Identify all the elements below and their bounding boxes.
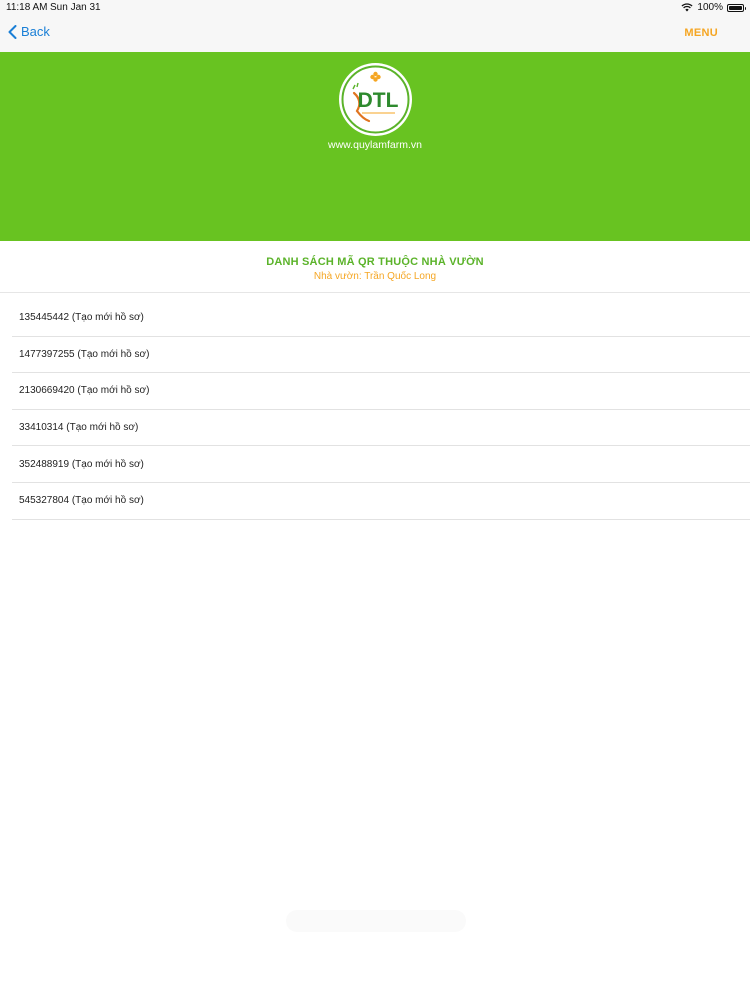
list-item-label: 135445442 (Tạo mới hồ sơ) <box>19 312 144 324</box>
website-url[interactable]: www.quylamfarm.vn <box>0 139 750 151</box>
chevron-left-icon <box>8 24 17 39</box>
hero-banner: DTL www.quylamfarm.vn <box>0 52 750 241</box>
home-indicator <box>286 910 466 932</box>
list-title: DANH SÁCH MÃ QR THUỘC NHÀ VƯỜN <box>266 256 484 268</box>
nav-bar: Back MENU <box>0 16 750 52</box>
status-date: Sun Jan 31 <box>50 2 101 13</box>
list-item[interactable]: 545327804 (Tạo mới hồ sơ) <box>12 483 750 520</box>
menu-button[interactable]: MENU <box>684 27 718 39</box>
list-header: DANH SÁCH MÃ QR THUỘC NHÀ VƯỜN Nhà vườn:… <box>0 241 750 293</box>
list-item-label: 352488919 (Tạo mới hồ sơ) <box>19 458 144 470</box>
back-label: Back <box>21 24 50 39</box>
list-item[interactable]: 2130669420 (Tạo mới hồ sơ) <box>12 373 750 410</box>
battery-percent: 100% <box>697 2 723 13</box>
list-item[interactable]: 352488919 (Tạo mới hồ sơ) <box>12 446 750 483</box>
list-item-label: 1477397255 (Tạo mới hồ sơ) <box>19 348 150 360</box>
list-subtitle: Nhà vườn: Trần Quốc Long <box>313 271 437 282</box>
battery-icon <box>727 3 746 12</box>
list-item-label: 2130669420 (Tạo mới hồ sơ) <box>19 385 150 397</box>
list-item-label: 545327804 (Tạo mới hồ sơ) <box>19 495 144 507</box>
list-item[interactable]: 33410314 (Tạo mới hồ sơ) <box>12 410 750 447</box>
list-item[interactable]: 135445442 (Tạo mới hồ sơ) <box>12 300 750 337</box>
wifi-icon <box>681 3 693 12</box>
back-button[interactable]: Back <box>8 24 50 39</box>
dtl-logo: DTL <box>339 63 412 136</box>
status-right: 100% <box>681 2 746 13</box>
status-bar: 11:18 AM Sun Jan 31 100% <box>0 0 750 16</box>
list-item[interactable]: 1477397255 (Tạo mới hồ sơ) <box>12 337 750 374</box>
list-item-label: 33410314 (Tạo mới hồ sơ) <box>19 422 139 434</box>
qr-list: 135445442 (Tạo mới hồ sơ) 1477397255 (Tạ… <box>12 300 750 520</box>
status-time: 11:18 AM <box>6 2 48 13</box>
logo-text: DTL <box>358 89 399 112</box>
logo-emblem: DTL <box>341 65 410 134</box>
